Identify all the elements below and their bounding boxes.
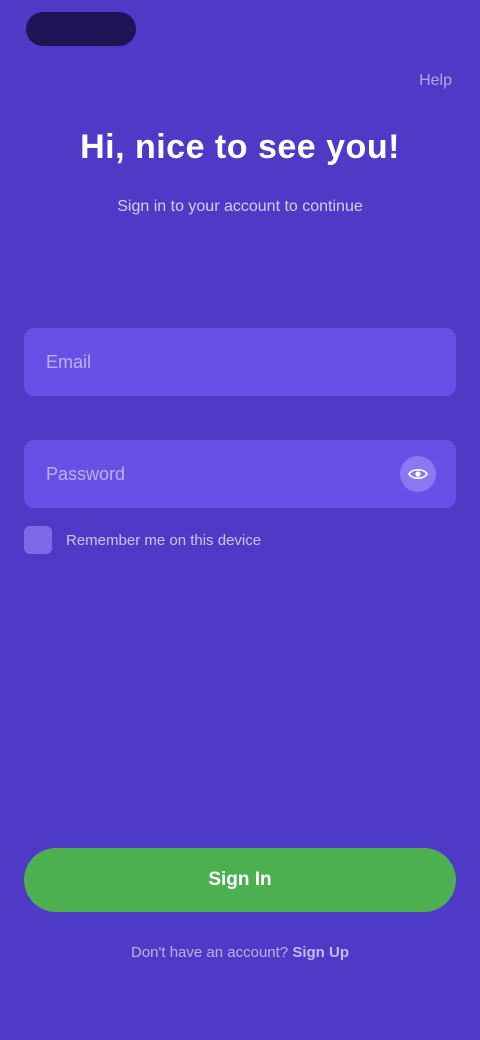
password-field[interactable] (44, 462, 390, 486)
help-link[interactable]: Help (419, 72, 452, 90)
email-field[interactable] (44, 350, 436, 374)
status-bar-pill (26, 12, 136, 46)
page-title: Hi, nice to see you! (80, 128, 400, 166)
remember-me-checkbox[interactable] (24, 526, 52, 554)
page-subtitle: Sign in to your account to continue (117, 198, 363, 215)
show-password-button[interactable] (400, 456, 436, 492)
login-screen: Help Hi, nice to see you! Sign in to you… (0, 0, 480, 1040)
password-field-container (24, 440, 456, 508)
eye-icon (408, 467, 428, 481)
sign-in-button[interactable]: Sign In (24, 848, 456, 912)
remember-me-row: Remember me on this device (24, 526, 261, 554)
remember-me-label: Remember me on this device (66, 531, 262, 549)
signup-prompt-text: Don't have an account? (131, 944, 289, 961)
signup-prompt: Don't have an account? Sign Up (0, 944, 480, 961)
sign-up-link[interactable]: Sign Up (292, 944, 349, 961)
email-field-container (24, 328, 456, 396)
